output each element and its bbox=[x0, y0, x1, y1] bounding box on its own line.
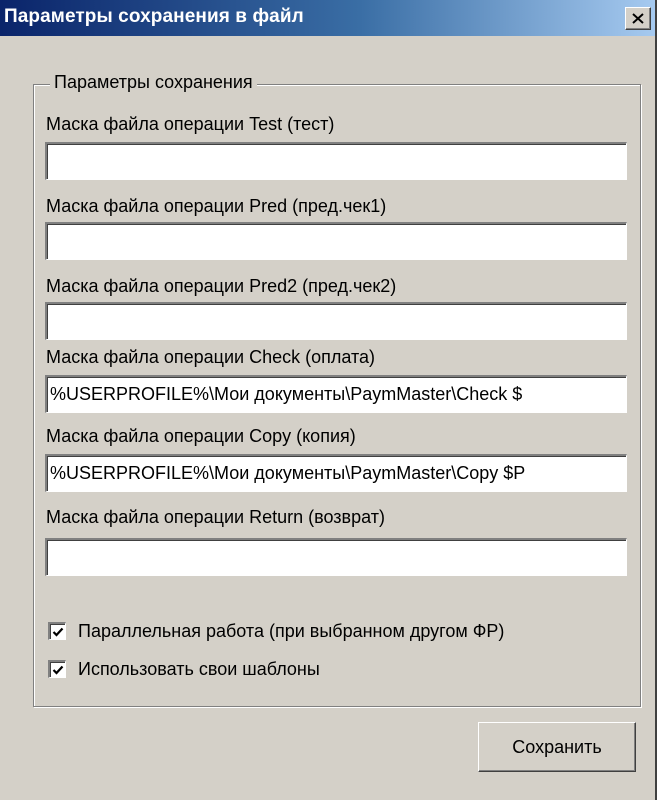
save-button[interactable]: Сохранить bbox=[478, 722, 636, 772]
group-legend: Параметры сохранения bbox=[50, 70, 257, 94]
check-mask-input[interactable] bbox=[45, 375, 627, 413]
title-bar[interactable]: Параметры сохранения в файл bbox=[0, 0, 655, 36]
own-templates-checkbox[interactable] bbox=[48, 660, 66, 678]
return-mask-label: Маска файла операции Return (возврат) bbox=[46, 507, 385, 527]
checkmark-icon bbox=[52, 665, 63, 675]
test-mask-label: Маска файла операции Test (тест) bbox=[46, 114, 335, 134]
pred2-mask-input[interactable] bbox=[45, 302, 627, 340]
pred-mask-input[interactable] bbox=[45, 222, 627, 260]
pred-mask-label: Маска файла операции Pred (пред.чек1) bbox=[46, 196, 387, 216]
check-mask-label: Маска файла операции Check (оплата) bbox=[46, 347, 376, 367]
close-button[interactable] bbox=[625, 7, 651, 30]
parallel-work-checkbox-row[interactable]: Параллельная работа (при выбранном друго… bbox=[48, 618, 504, 644]
copy-mask-label: Маска файла операции Copy (копия) bbox=[46, 426, 356, 446]
test-mask-input[interactable] bbox=[45, 142, 627, 180]
return-mask-input[interactable] bbox=[45, 538, 627, 576]
window-title: Параметры сохранения в файл bbox=[4, 6, 304, 27]
parallel-work-checkbox[interactable] bbox=[48, 622, 66, 640]
own-templates-label: Использовать свои шаблоны bbox=[78, 658, 320, 679]
pred2-mask-label: Маска файла операции Pred2 (пред.чек2) bbox=[46, 276, 397, 296]
close-icon bbox=[632, 13, 644, 24]
copy-mask-input[interactable] bbox=[45, 454, 627, 492]
own-templates-checkbox-row[interactable]: Использовать свои шаблоны bbox=[48, 656, 320, 682]
checkmark-icon bbox=[52, 627, 63, 637]
save-params-dialog: Параметры сохранения в файл Параметры со… bbox=[0, 0, 657, 800]
parallel-work-label: Параллельная работа (при выбранном друго… bbox=[78, 620, 505, 641]
